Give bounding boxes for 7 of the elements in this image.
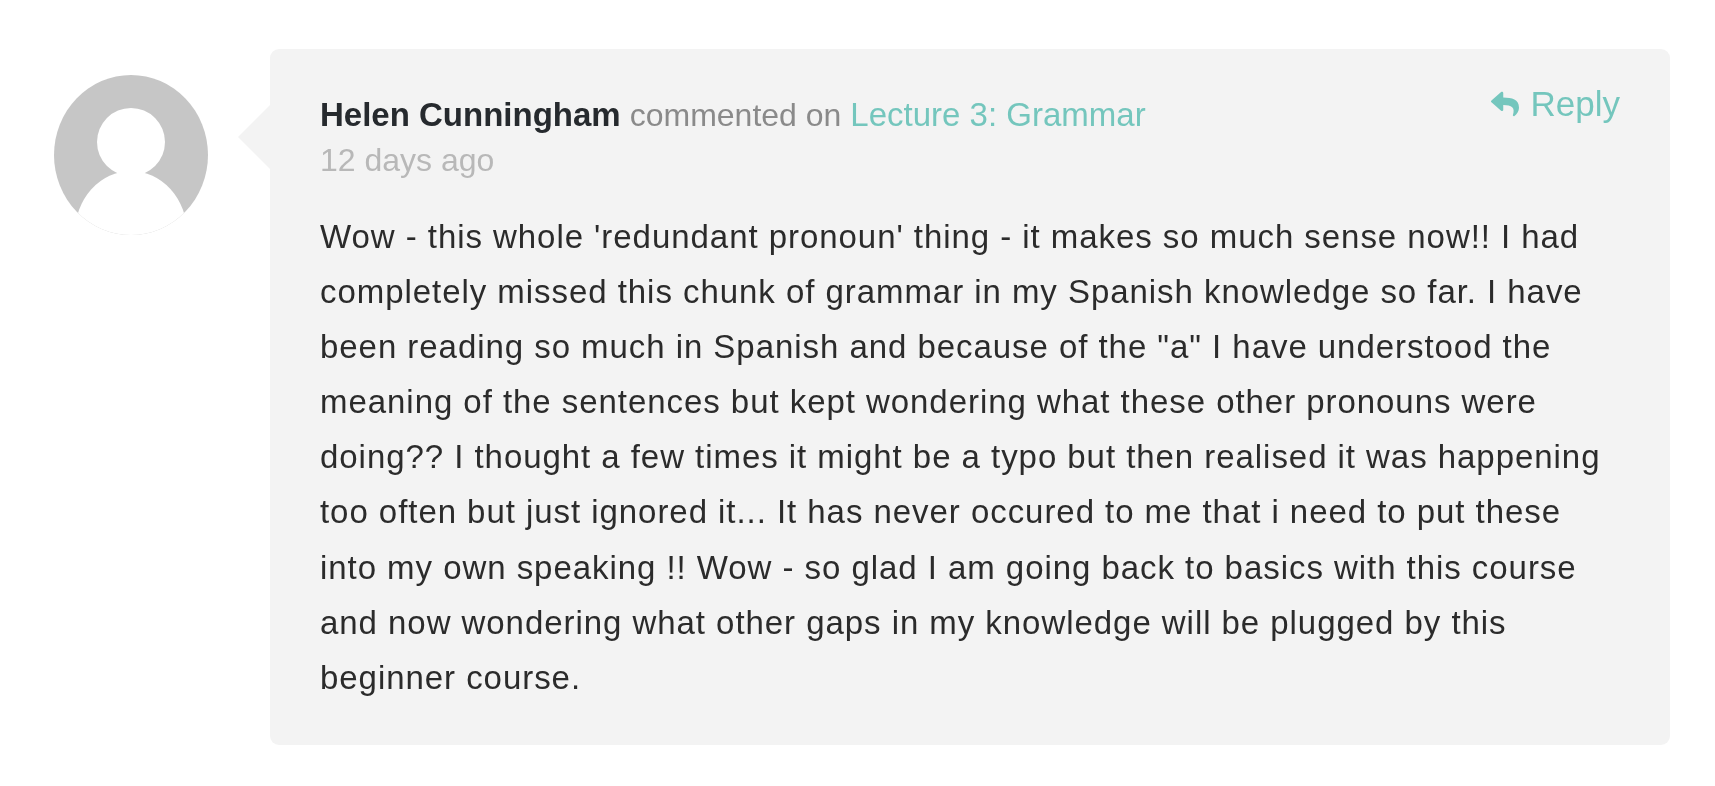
- reply-button[interactable]: Reply: [1488, 83, 1620, 125]
- author-name: Helen Cunningham: [320, 95, 621, 135]
- action-text: commented on: [629, 96, 842, 135]
- lecture-link[interactable]: Lecture 3: Grammar: [850, 95, 1146, 135]
- comment-text: Wow - this whole 'redundant pronoun' thing - it makes so much sense now!! I had completely missed this chunk of grammar in my Spanish knowledge so far. I have been reading so much in Spanish and because of the "a" I have understood the meaning of the sentences but kept wondering what these other pronouns were doing?? I thought a few times it might be a typo but then realised it was happening too often but just ignored it... It has never occured to me that i need to put these into my own speaking !! Wow - so glad I am going back to basics with this course and now wondering what other gaps in my knowledge will be plugged by this beginner course.: [320, 217, 1602, 698]
- timestamp: 12 days ago: [320, 141, 495, 179]
- reply-arrow-icon: [1488, 90, 1521, 118]
